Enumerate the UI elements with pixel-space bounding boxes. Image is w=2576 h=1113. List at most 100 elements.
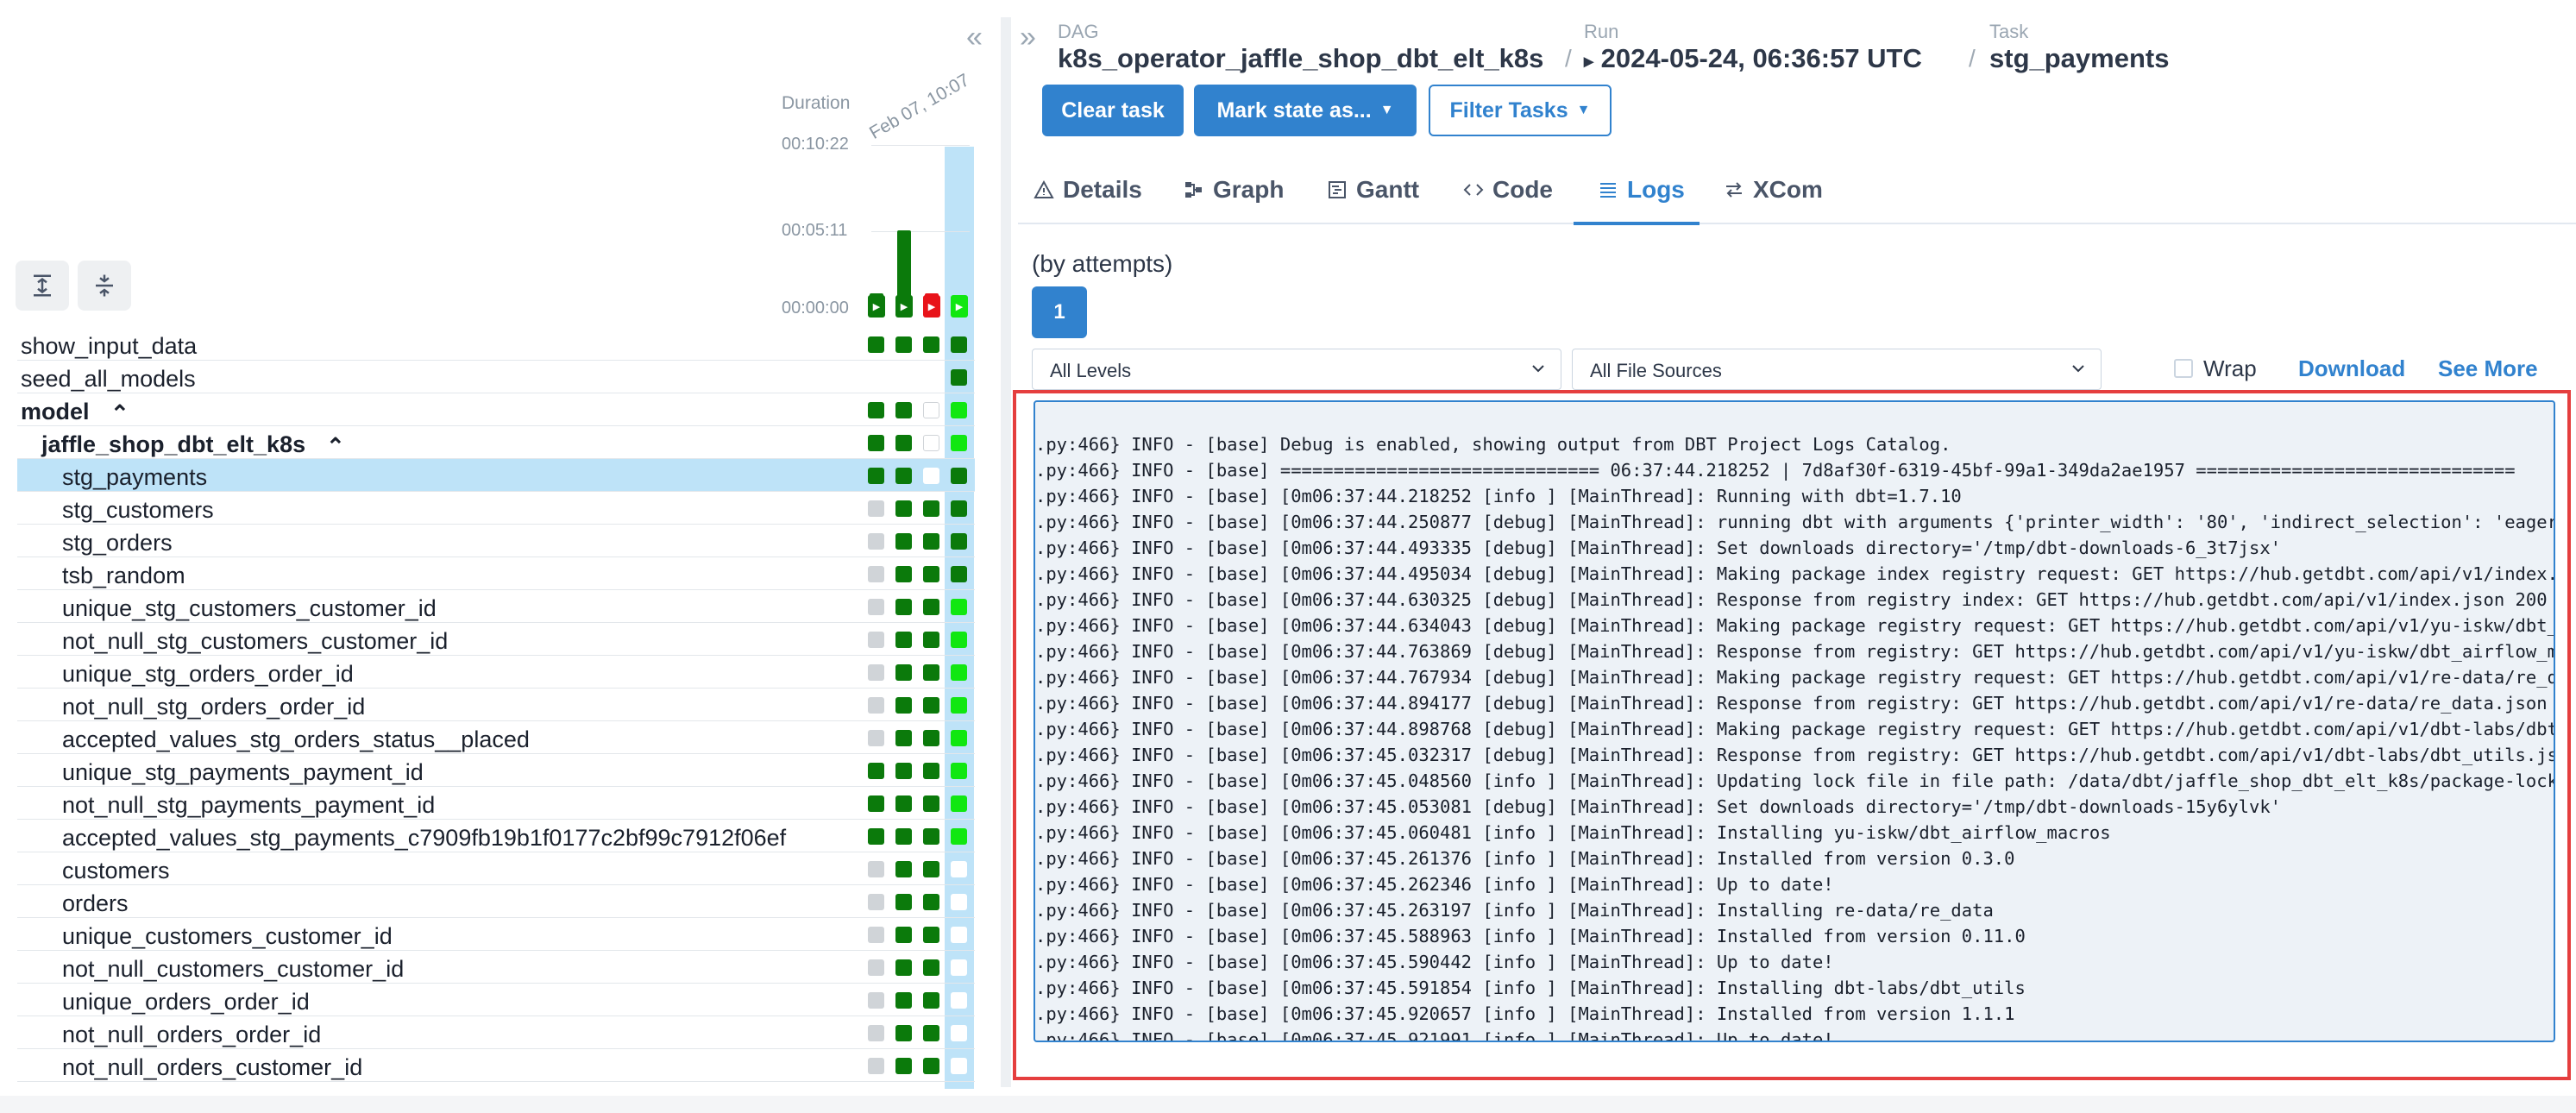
run-duration-bar[interactable]	[897, 230, 911, 297]
task-instance-square[interactable]	[895, 1058, 912, 1074]
task-instance-square[interactable]	[951, 697, 967, 714]
task-row[interactable]: not_null_stg_orders_order_id	[17, 689, 975, 721]
task-instance-square[interactable]	[868, 566, 884, 582]
task-row[interactable]: not_null_orders_order_id	[17, 1016, 975, 1049]
task-instance-square[interactable]	[895, 730, 912, 746]
task-instance-square[interactable]	[895, 959, 912, 976]
task-instance-square[interactable]	[868, 828, 884, 845]
breadcrumb-run-link[interactable]: ▸ 2024-05-24, 06:36:57 UTC	[1584, 43, 1922, 74]
task-row[interactable]: seed_all_models	[17, 361, 975, 393]
task-instance-square[interactable]	[951, 468, 967, 484]
task-row[interactable]: customers	[17, 852, 975, 885]
task-instance-square[interactable]	[895, 861, 912, 877]
task-instance-square[interactable]	[868, 927, 884, 943]
task-instance-square[interactable]	[951, 1025, 967, 1041]
task-instance-square[interactable]	[923, 402, 939, 418]
double-chevron-right-icon[interactable]: »	[1020, 22, 1036, 52]
tab-gantt[interactable]: Gantt	[1327, 176, 1419, 204]
panel-resize-handle[interactable]	[1001, 17, 1011, 1087]
expand-rows-button[interactable]	[16, 261, 69, 311]
task-instance-square[interactable]	[951, 959, 967, 976]
task-instance-square[interactable]	[923, 599, 939, 615]
attempt-button[interactable]: 1	[1032, 286, 1087, 338]
task-instance-square[interactable]	[895, 566, 912, 582]
task-row[interactable]: accepted_values_stg_payments_c7909fb19b1…	[17, 820, 975, 852]
task-instance-square[interactable]	[923, 992, 939, 1009]
tab-details[interactable]: Details	[1034, 176, 1142, 204]
task-instance-square[interactable]	[951, 336, 967, 353]
task-instance-square[interactable]	[923, 1058, 939, 1074]
task-row[interactable]: not_null_stg_customers_customer_id	[17, 623, 975, 656]
play-icon[interactable]: ▶	[923, 295, 940, 318]
task-row[interactable]: show_input_data	[17, 328, 975, 361]
tab-logs[interactable]: Logs	[1598, 176, 1685, 204]
task-row[interactable]: stg_customers	[17, 492, 975, 525]
filter-tasks-button[interactable]: Filter Tasks ▼	[1429, 85, 1612, 136]
task-instance-square[interactable]	[923, 468, 939, 484]
task-instance-square[interactable]	[868, 1058, 884, 1074]
file-source-select[interactable]: All File Sources	[1572, 349, 2102, 390]
chevron-up-icon[interactable]: ⌃	[326, 433, 345, 460]
task-row[interactable]: unique_orders_order_id	[17, 984, 975, 1016]
task-row[interactable]: stg_orders	[17, 525, 975, 557]
task-instance-square[interactable]	[923, 894, 939, 910]
task-instance-square[interactable]	[951, 992, 967, 1009]
task-instance-square[interactable]	[895, 336, 912, 353]
task-row[interactable]: stg_payments	[17, 459, 975, 492]
task-instance-square[interactable]	[923, 500, 939, 517]
play-icon[interactable]: ▶	[895, 295, 913, 318]
task-instance-square[interactable]	[923, 730, 939, 746]
mark-state-button[interactable]: Mark state as... ▼	[1194, 85, 1417, 136]
see-more-link[interactable]: See More	[2438, 355, 2538, 382]
task-instance-square[interactable]	[951, 533, 967, 550]
log-viewer[interactable]: .py:466} INFO - [base] Debug is enabled,…	[1034, 400, 2555, 1042]
task-row[interactable]: unique_customers_customer_id	[17, 918, 975, 951]
task-instance-square[interactable]	[923, 435, 939, 451]
task-instance-square[interactable]	[923, 369, 939, 386]
task-instance-square[interactable]	[923, 861, 939, 877]
task-instance-square[interactable]	[951, 435, 967, 451]
task-row[interactable]: jaffle_shop_dbt_elt_k8s ⌃	[17, 426, 975, 459]
task-instance-square[interactable]	[951, 1058, 967, 1074]
task-row[interactable]: not_null_customers_customer_id	[17, 951, 975, 984]
task-row[interactable]: unique_stg_payments_payment_id	[17, 754, 975, 787]
log-level-select[interactable]: All Levels	[1032, 349, 1561, 390]
task-instance-square[interactable]	[895, 697, 912, 714]
task-instance-square[interactable]	[868, 632, 884, 648]
tab-code[interactable]: Code	[1463, 176, 1553, 204]
task-instance-square[interactable]	[951, 500, 967, 517]
task-instance-square[interactable]	[923, 927, 939, 943]
task-instance-square[interactable]	[951, 664, 967, 681]
double-chevron-left-icon[interactable]: «	[966, 22, 983, 52]
task-instance-square[interactable]	[923, 1025, 939, 1041]
task-instance-square[interactable]	[951, 927, 967, 943]
task-instance-square[interactable]	[923, 336, 939, 353]
chevron-up-icon[interactable]: ⌃	[110, 400, 129, 427]
task-instance-square[interactable]	[895, 894, 912, 910]
tab-graph[interactable]: Graph	[1184, 176, 1284, 204]
play-icon[interactable]: ▶	[951, 295, 968, 318]
task-instance-square[interactable]	[868, 959, 884, 976]
task-instance-square[interactable]	[923, 664, 939, 681]
task-instance-square[interactable]	[923, 632, 939, 648]
tab-xcom[interactable]: XCom	[1724, 176, 1823, 204]
task-instance-square[interactable]	[923, 959, 939, 976]
task-instance-square[interactable]	[868, 336, 884, 353]
task-instance-square[interactable]	[951, 730, 967, 746]
task-instance-square[interactable]	[951, 795, 967, 812]
task-instance-square[interactable]	[868, 763, 884, 779]
task-instance-square[interactable]	[895, 369, 912, 386]
task-instance-square[interactable]	[895, 435, 912, 451]
wrap-checkbox[interactable]	[2174, 359, 2193, 378]
task-instance-square[interactable]	[951, 763, 967, 779]
task-instance-square[interactable]	[895, 402, 912, 418]
task-instance-square[interactable]	[895, 1025, 912, 1041]
task-instance-square[interactable]	[868, 435, 884, 451]
task-instance-square[interactable]	[923, 763, 939, 779]
task-instance-square[interactable]	[895, 664, 912, 681]
task-instance-square[interactable]	[895, 632, 912, 648]
task-row[interactable]: accepted_values_stg_orders_status__place…	[17, 721, 975, 754]
task-row[interactable]: orders	[17, 885, 975, 918]
task-instance-square[interactable]	[923, 566, 939, 582]
task-instance-square[interactable]	[895, 599, 912, 615]
